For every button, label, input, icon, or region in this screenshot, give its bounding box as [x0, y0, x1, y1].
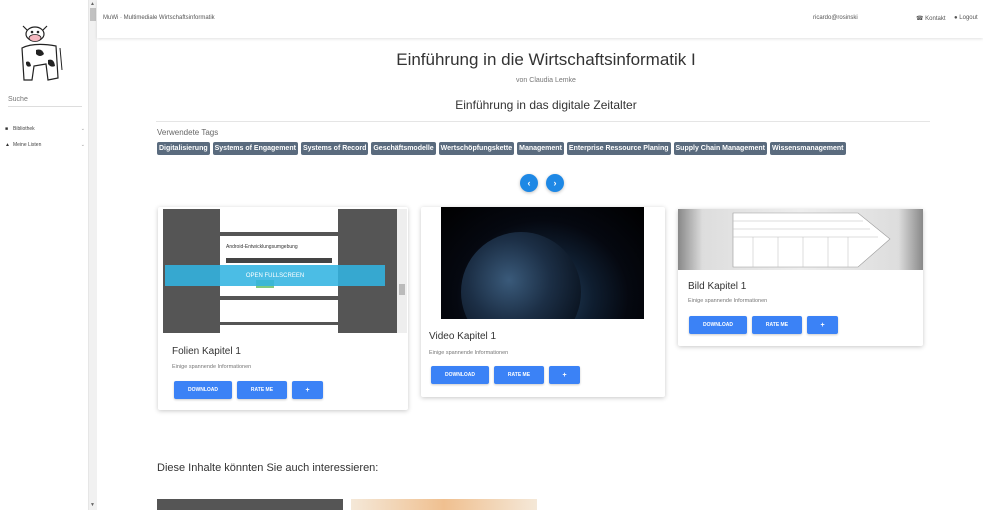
add-button[interactable]: +: [549, 366, 580, 384]
pdf-viewer[interactable]: Android-Entwicklungsumgebung OPEN FULLSC…: [163, 209, 407, 333]
pdf-page: [220, 325, 338, 333]
top-bar: MuWi · Multimediale Wirtschaftsinformati…: [97, 0, 983, 38]
sidebar-item-meine-listen[interactable]: ▲ Meine Listen ⌄: [5, 140, 85, 150]
download-button[interactable]: DOWNLOAD: [174, 381, 232, 399]
tag-list: Digitalisierung Systems of Engagement Sy…: [157, 142, 937, 155]
scrollbar-thumb[interactable]: [399, 284, 405, 295]
chevron-down-icon: ⌄: [80, 126, 85, 132]
pdf-page: [220, 300, 338, 322]
tag[interactable]: Wissensmanagement: [769, 142, 846, 155]
scroll-up-icon[interactable]: ▲: [90, 1, 95, 7]
tags-label: Verwendete Tags: [157, 128, 219, 137]
sidebar-scrollbar[interactable]: ▲ ▼: [89, 0, 97, 510]
kontakt-label: Kontakt: [925, 16, 946, 22]
rate-button[interactable]: RATE ME: [494, 366, 544, 384]
recommendation-thumbnail[interactable]: [157, 499, 343, 510]
next-button[interactable]: ›: [546, 174, 564, 192]
search-input[interactable]: [8, 96, 82, 107]
bild-image[interactable]: [678, 209, 923, 270]
chapter-title: Einführung in das digitale Zeitalter: [455, 98, 637, 112]
phone-icon: ☎: [916, 16, 926, 22]
sidebar-item-label: Bibliothek: [13, 126, 35, 132]
sidebar-item-label: Meine Listen: [13, 142, 42, 148]
chevron-down-icon: ⌄: [80, 142, 85, 148]
tag[interactable]: Management: [517, 142, 564, 155]
pdf-page: [220, 209, 338, 232]
card-video: Video Kapitel 1 Einige spannende Informa…: [421, 207, 665, 397]
logout-label: Logout: [959, 15, 978, 21]
card-desc: Einige spannende Informationen: [172, 364, 252, 370]
page-title: Einführung in die Wirtschaftsinformatik …: [396, 50, 696, 69]
download-button[interactable]: DOWNLOAD: [431, 366, 489, 384]
card-title: Video Kapitel 1: [429, 331, 497, 342]
card-title: Bild Kapitel 1: [688, 281, 747, 292]
chevron-right-icon: ›: [553, 178, 557, 188]
tag[interactable]: Systems of Record: [300, 142, 369, 155]
recommendations-heading: Diese Inhalte könnten Sie auch interessi…: [157, 462, 379, 474]
card-bild: Bild Kapitel 1 Einige spannende Informat…: [678, 209, 923, 346]
pdf-heading: Android-Entwicklungsumgebung: [226, 244, 298, 250]
card-title: Folien Kapitel 1: [172, 346, 241, 357]
graduation-cap-icon: ▲: [5, 142, 10, 148]
scroll-down-icon[interactable]: ▼: [90, 502, 95, 508]
recommendation-thumbnail[interactable]: [351, 499, 537, 510]
tag[interactable]: Systems of Engagement: [212, 142, 298, 155]
download-button[interactable]: DOWNLOAD: [689, 316, 747, 334]
user-name[interactable]: ricardo@rosinski: [813, 15, 858, 21]
tag[interactable]: Digitalisierung: [157, 142, 210, 155]
video-player[interactable]: [441, 207, 644, 319]
card-desc: Einige spannende Informationen: [688, 298, 768, 304]
sidebar: ■ Bibliothek ⌄ ▲ Meine Listen ⌄: [0, 0, 89, 510]
tag[interactable]: Wertschöpfungskette: [438, 142, 515, 155]
sidebar-item-bibliothek[interactable]: ■ Bibliothek ⌄: [5, 124, 85, 134]
book-icon: ■: [5, 126, 9, 132]
tag[interactable]: Enterprise Ressource Planing: [566, 142, 671, 155]
open-fullscreen-button[interactable]: OPEN FULLSCREEN: [165, 265, 385, 286]
author: von Claudia Lemke: [516, 77, 576, 84]
tag[interactable]: Supply Chain Management: [673, 142, 767, 155]
prev-button[interactable]: ‹: [520, 174, 538, 192]
pdf-image: [226, 258, 332, 263]
diagram-thumbnail: [732, 212, 891, 268]
scrollbar-thumb[interactable]: [90, 8, 96, 21]
add-button[interactable]: +: [292, 381, 323, 399]
divider: [156, 121, 930, 122]
kontakt-link[interactable]: ☎ Kontakt: [916, 15, 946, 22]
pdf-scrollbar[interactable]: [397, 209, 407, 333]
card-desc: Einige spannende Informationen: [429, 350, 509, 356]
app-title[interactable]: MuWi · Multimediale Wirtschaftsinformati…: [103, 15, 215, 21]
earth-thumbnail: [461, 232, 581, 319]
chevron-left-icon: ‹: [527, 178, 531, 188]
cow-logo[interactable]: [18, 24, 66, 84]
card-folien: Android-Entwicklungsumgebung OPEN FULLSC…: [158, 207, 408, 410]
add-button[interactable]: +: [807, 316, 838, 334]
tag[interactable]: Geschäftsmodelle: [371, 142, 436, 155]
rate-button[interactable]: RATE ME: [237, 381, 287, 399]
logout-link[interactable]: ● Logout: [954, 15, 978, 21]
rate-button[interactable]: RATE ME: [752, 316, 802, 334]
